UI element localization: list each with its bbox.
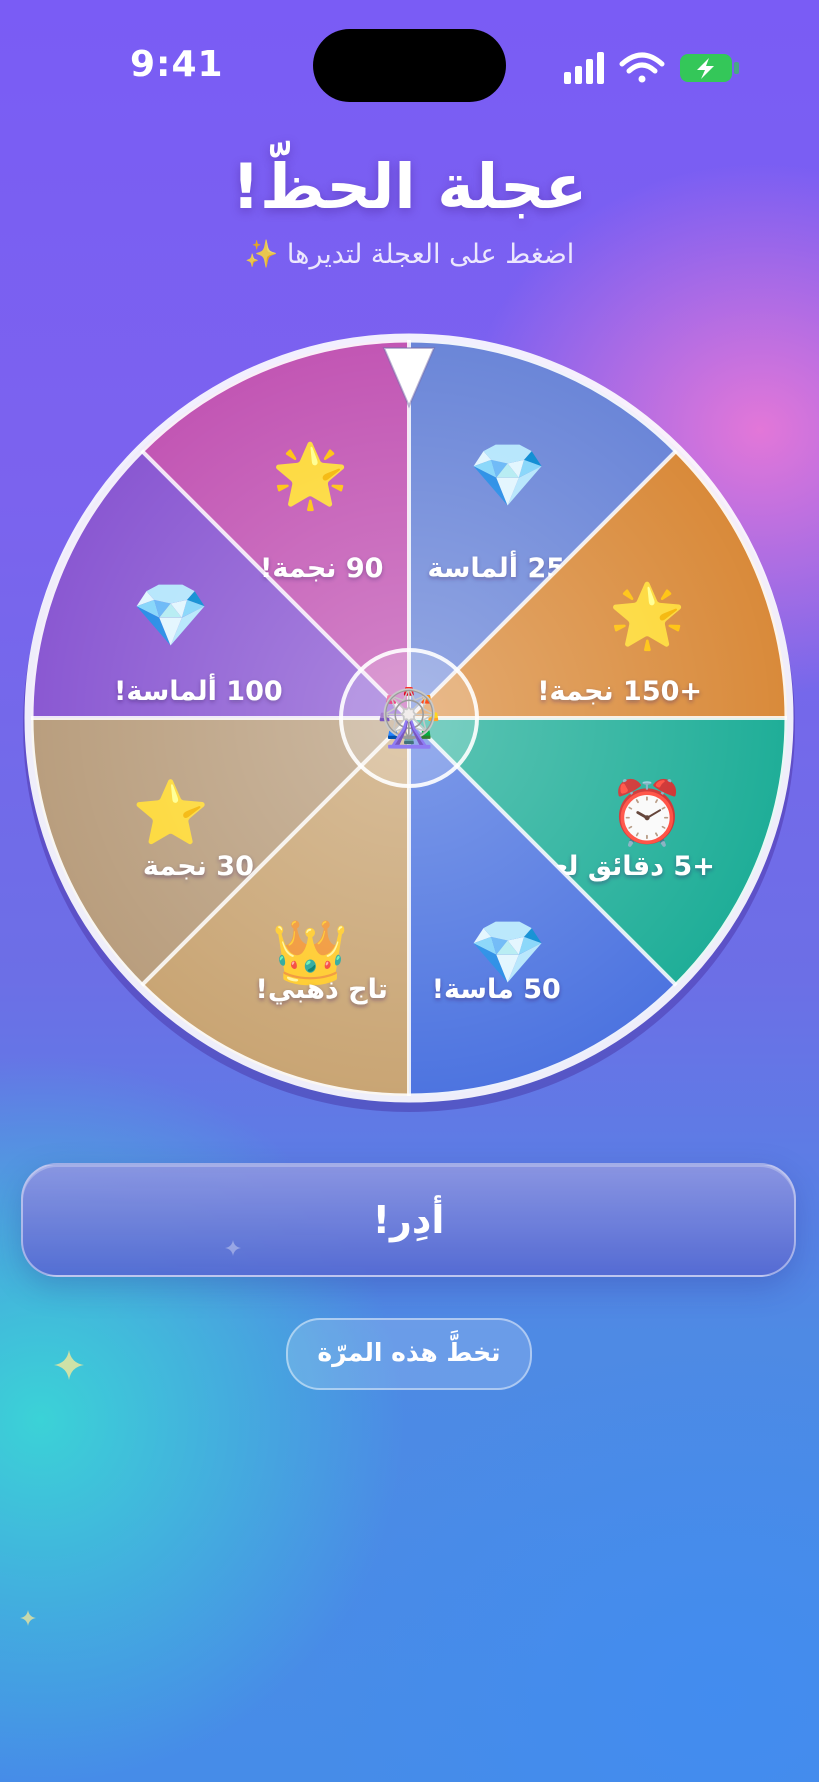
- ferris-wheel-icon: 🎡: [374, 686, 444, 751]
- skip-button[interactable]: تخطَّ هذه المرّة: [286, 1318, 532, 1390]
- cellular-signal-icon: [564, 52, 604, 84]
- spin-button[interactable]: أدِر!: [21, 1163, 796, 1277]
- dynamic-island: [313, 29, 506, 102]
- prize-wheel[interactable]: 💎25 ألماسة🌟+150 نجمة!⏰+5 دقائق لعب💎50 ما…: [13, 322, 805, 1114]
- status-icons: [564, 52, 739, 84]
- battery-charging-icon: [680, 54, 739, 82]
- sparkle-icon: [54, 1350, 84, 1380]
- status-time: 9:41: [130, 44, 224, 85]
- sparkle-icon: [225, 1240, 241, 1256]
- wheel-graphic[interactable]: 💎25 ألماسة🌟+150 نجمة!⏰+5 دقائق لعب💎50 ما…: [13, 322, 805, 1114]
- page-title: عجلة الحظّ!: [231, 150, 588, 223]
- wifi-icon: [619, 52, 665, 83]
- status-bar: 9:41: [0, 0, 819, 130]
- sparkle-icon: [20, 1610, 36, 1626]
- page-subtitle: اضغط على العجلة لتديرها ✨: [244, 239, 575, 270]
